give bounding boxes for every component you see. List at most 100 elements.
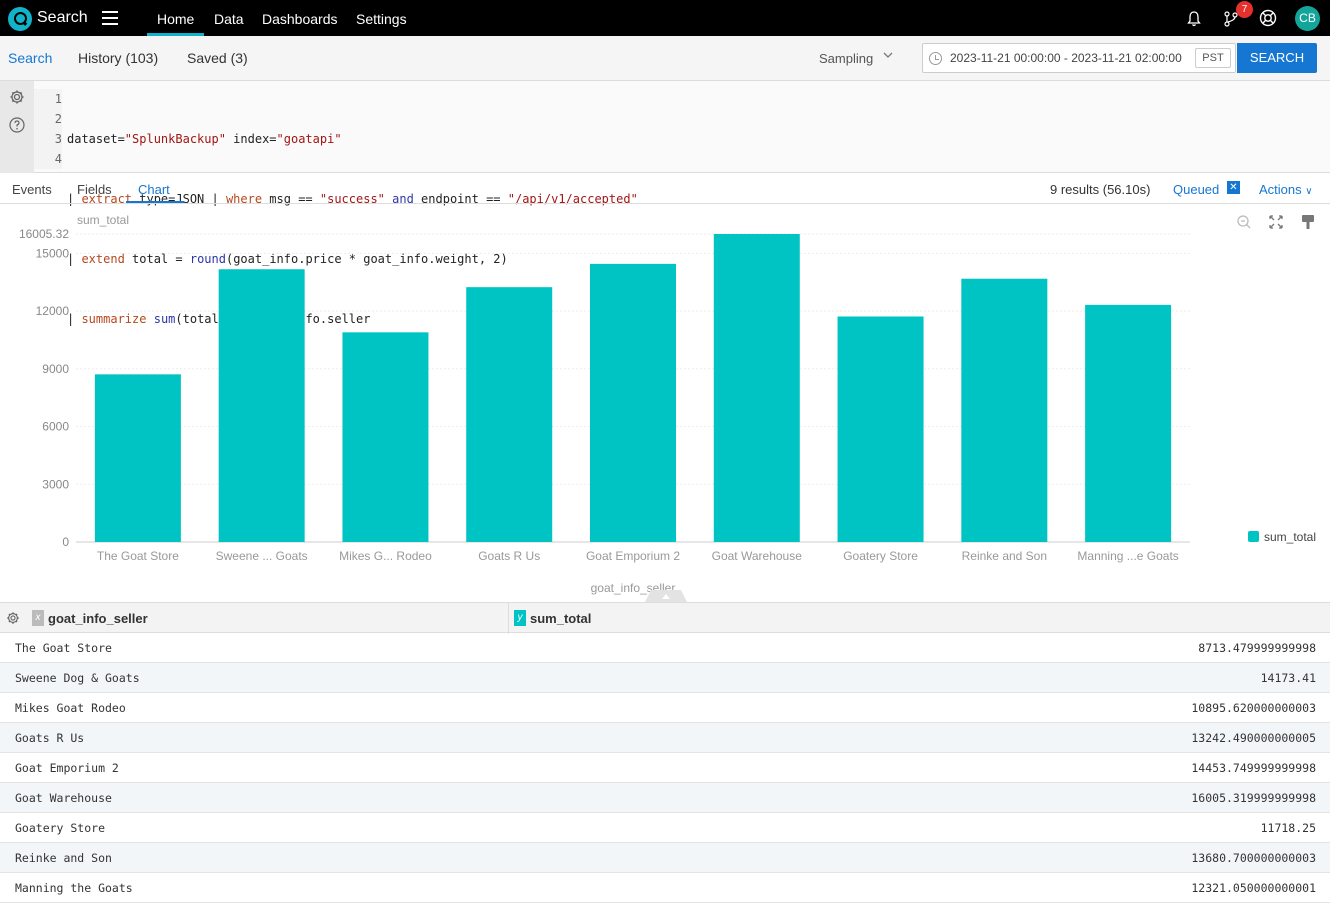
chart-bar[interactable] [590,263,676,542]
y-tick-label: 0 [62,535,69,549]
app-title[interactable]: Search [37,9,88,27]
query-editor[interactable]: 1 2 3 4 dataset="SplunkBackup" index="go… [0,81,1330,326]
active-tab-indicator [126,201,184,203]
cell-sum-total: 13680.700000000003 [1191,851,1316,865]
tab-chart[interactable]: Chart [138,182,170,197]
line-number: 3 [54,132,62,146]
cell-sum-total: 13242.490000000005 [1191,731,1316,745]
table-row[interactable]: Goats R Us 13242.490000000005 [0,723,1330,753]
results-tab-bar: Events Fields Chart 9 results (56.10s) Q… [0,174,1330,204]
column-header-seller[interactable]: goat_info_seller [48,611,148,626]
chart-bar[interactable] [713,234,800,542]
actions-label[interactable]: Actions [1259,182,1302,197]
cell-seller: Goatery Store [15,821,106,835]
line-number: 2 [54,112,62,126]
cell-seller: Reinke and Son [15,851,112,865]
nav-dashboards[interactable]: Dashboards [262,11,338,27]
zoom-out-icon[interactable] [1236,214,1252,230]
table-row[interactable]: Goat Emporium 2 14453.749999999998 [0,753,1330,783]
x-tick-label: Reinke and Son [962,549,1047,563]
cell-sum-total: 14453.749999999998 [1191,761,1316,775]
fullscreen-icon[interactable] [1268,214,1284,230]
timezone-selector[interactable]: PST [1195,48,1231,68]
time-range-picker[interactable]: 2023-11-21 00:00:00 - 2023-11-21 02:00:0… [922,43,1236,73]
chevron-down-icon[interactable]: ∨ [1305,186,1312,197]
line-number: 4 [54,152,62,166]
cell-seller: Sweene Dog & Goats [15,671,140,685]
y-tick-label: 6000 [42,420,69,434]
y-axis-tag: y [514,610,526,626]
nav-home[interactable]: Home [157,11,194,27]
paint-brush-icon[interactable] [1300,214,1316,230]
queued-status[interactable]: Queued [1173,182,1219,197]
results-table: x goat_info_seller y sum_total The Goat … [0,602,1330,906]
table-row[interactable]: Manning the Goats 12321.050000000001 [0,873,1330,903]
chart-bar[interactable] [837,316,924,542]
close-queued-icon[interactable]: ✕ [1227,181,1240,194]
x-axis-tag: x [32,610,44,626]
chart-legend[interactable]: sum_total [1248,530,1316,544]
chart-panel: sum_total 0 3000 6000 9000 12000 15000 16005.32… [0,204,1330,602]
table-row[interactable]: Sweene Dog & Goats 14173.41 [0,663,1330,693]
collapse-chart-handle[interactable] [645,590,687,602]
sampling-dropdown[interactable]: Sampling [819,51,873,66]
search-button[interactable]: SEARCH [1237,43,1317,73]
x-tick-label: Mikes G... Rodeo [339,549,432,563]
cell-seller: Mikes Goat Rodeo [15,701,126,715]
chart-bar[interactable] [218,269,305,542]
x-tick-label: The Goat Store [97,549,179,563]
x-tick-label: Manning ...e Goats [1077,549,1178,563]
chart-bar[interactable] [342,332,429,542]
bar-chart[interactable]: sum_total 0 3000 6000 9000 12000 15000 16005.32… [0,204,1230,602]
cell-sum-total: 16005.319999999998 [1191,791,1316,805]
y-axis-title: sum_total [77,213,129,227]
cell-sum-total: 14173.41 [1260,671,1316,685]
bell-icon[interactable] [1187,11,1201,27]
tab-events[interactable]: Events [12,182,52,197]
nav-data[interactable]: Data [214,11,244,27]
y-tick-label: 12000 [36,304,70,318]
lifebuoy-help-icon[interactable] [1259,9,1277,27]
chart-bar[interactable] [961,278,1048,542]
table-row[interactable]: The Goat Store 8713.479999999998 [0,633,1330,663]
question-circle-icon[interactable] [9,117,25,133]
y-tick-label: 15000 [36,246,70,260]
tab-fields[interactable]: Fields [77,182,112,197]
app-logo-icon[interactable] [8,7,32,31]
tab-saved[interactable]: Saved (3) [187,50,248,66]
table-row[interactable]: Goatery Store 11718.25 [0,813,1330,843]
legend-swatch [1248,531,1259,542]
cell-seller: Goat Emporium 2 [15,761,119,775]
table-row[interactable]: Goat Warehouse 16005.319999999998 [0,783,1330,813]
table-row[interactable]: Mikes Goat Rodeo 10895.620000000003 [0,693,1330,723]
cell-sum-total: 11718.25 [1260,821,1316,835]
y-max-label: 16005.32 [19,227,69,241]
x-tick-label: Goatery Store [843,549,918,563]
cell-sum-total: 8713.479999999998 [1198,641,1316,655]
table-header: x goat_info_seller y sum_total [0,602,1330,634]
top-navigation-bar: Search Home Data Dashboards Settings 7 C… [0,0,1330,36]
gear-icon[interactable] [9,89,25,105]
chart-bar[interactable] [1085,304,1172,542]
chart-bar[interactable] [94,374,181,542]
gear-icon[interactable] [6,611,20,625]
column-divider[interactable] [508,603,509,634]
cell-sum-total: 10895.620000000003 [1191,701,1316,715]
column-header-sum-total[interactable]: sum_total [530,611,591,626]
x-tick-label: Goats R Us [478,549,540,563]
query-line[interactable]: dataset="SplunkBackup" index="goatapi" [67,129,638,149]
chevron-down-icon[interactable] [883,50,893,60]
tab-search[interactable]: Search [8,50,52,66]
table-body: The Goat Store 8713.479999999998 Sweene Do… [0,633,1330,903]
actions-menu[interactable]: Actions ∨ [1259,182,1313,197]
x-tick-label: Goat Emporium 2 [586,549,680,563]
nav-settings[interactable]: Settings [356,11,407,27]
table-row[interactable]: Reinke and Son 13680.700000000003 [0,843,1330,873]
editor-tool-gutter [0,81,34,173]
chart-bar[interactable] [466,287,553,542]
time-range-value[interactable]: 2023-11-21 00:00:00 - 2023-11-21 02:00:0… [950,51,1182,65]
user-avatar[interactable]: CB [1295,6,1320,31]
git-branch-icon[interactable] [1224,11,1238,27]
hamburger-menu-icon[interactable] [102,11,118,25]
tab-history[interactable]: History (103) [78,50,158,66]
